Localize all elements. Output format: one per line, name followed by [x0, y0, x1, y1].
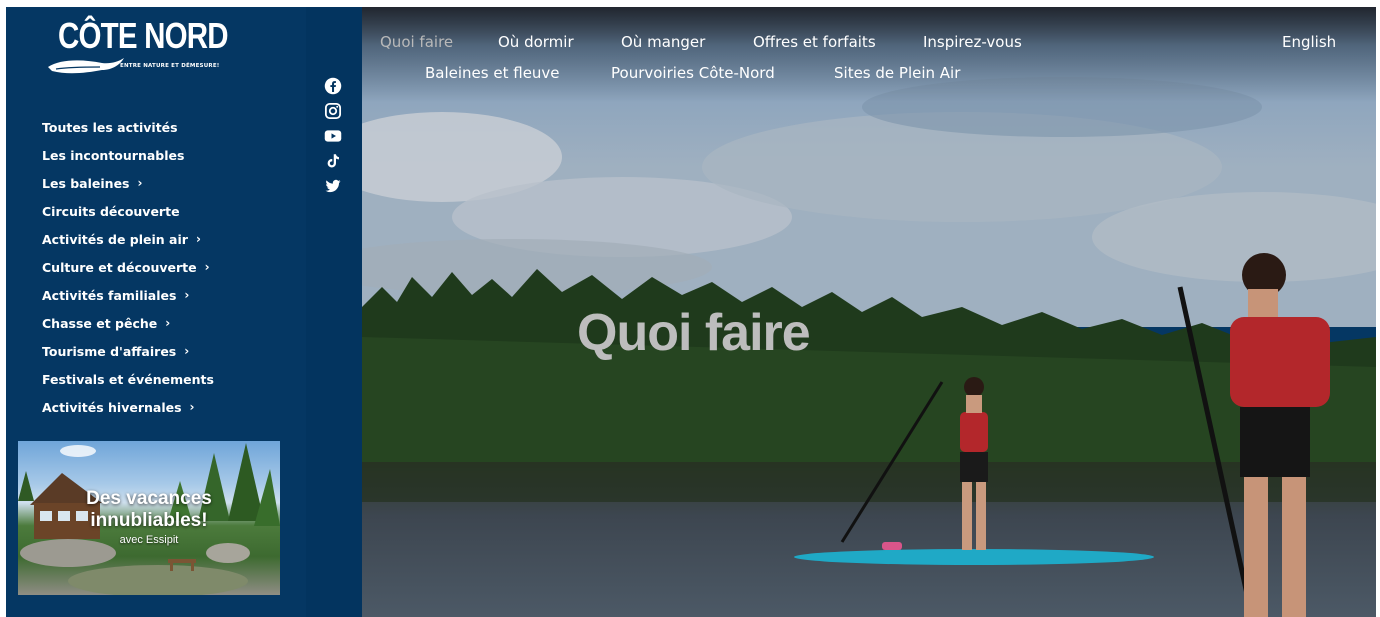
facebook-icon[interactable] [324, 77, 342, 95]
chevron-right-icon: › [189, 400, 195, 414]
hero-section: Quoi faire Où dormir Où manger Offres et… [362, 7, 1376, 617]
nav-ou-dormir[interactable]: Où dormir [498, 33, 574, 51]
nav-ou-manger[interactable]: Où manger [621, 33, 705, 51]
tiktok-icon[interactable] [324, 152, 342, 170]
chevron-right-icon: › [184, 344, 190, 358]
chevron-right-icon: › [184, 288, 190, 302]
chevron-right-icon: › [165, 316, 171, 330]
chevron-right-icon: › [204, 260, 210, 274]
promo-title-line1: Des vacances [86, 488, 212, 509]
logo-tagline: ENTRE NATURE ET DÉMESURE! [120, 63, 220, 69]
nav-sites-de-plein-air[interactable]: Sites de Plein Air [834, 64, 960, 82]
chevron-right-icon: › [195, 232, 201, 246]
sidebar-menu: Toutes les activités Les incontournables… [42, 113, 214, 421]
language-switch-english[interactable]: English [1282, 33, 1336, 51]
sidebar-item-label: Tourisme d'affaires [42, 343, 177, 359]
whale-icon [48, 58, 124, 74]
main-nav: Quoi faire Où dormir Où manger Offres et… [362, 7, 1376, 97]
sidebar-item-label: Activités familiales [42, 287, 177, 303]
sidebar-item-les-incontournables[interactable]: Les incontournables [42, 141, 214, 169]
sidebar: CÔTE NORD ENTRE NATURE ET DÉMESURE! Tout… [6, 7, 306, 617]
chevron-right-icon: › [137, 176, 143, 190]
hero-photo [362, 7, 1376, 617]
page-title: Quoi faire [577, 304, 811, 362]
page: CÔTE NORD ENTRE NATURE ET DÉMESURE! Tout… [6, 7, 1376, 617]
nav-quoi-faire[interactable]: Quoi faire [380, 33, 453, 51]
sidebar-item-activites-familiales[interactable]: Activités familiales › [42, 281, 214, 309]
youtube-icon[interactable] [324, 127, 342, 145]
sidebar-item-label: Chasse et pêche [42, 315, 158, 331]
sidebar-item-toutes-les-activites[interactable]: Toutes les activités [42, 113, 214, 141]
promo-banner[interactable]: Des vacances innubliables! avec Essipit [18, 441, 280, 595]
sidebar-item-label: Circuits découverte [42, 203, 180, 219]
sidebar-item-les-baleines[interactable]: Les baleines › [42, 169, 214, 197]
sidebar-item-label: Les incontournables [42, 147, 185, 163]
instagram-icon[interactable] [324, 102, 342, 120]
sidebar-item-activites-de-plein-air[interactable]: Activités de plein air › [42, 225, 214, 253]
sidebar-item-culture-et-decouverte[interactable]: Culture et découverte › [42, 253, 214, 281]
nav-inspirez-vous[interactable]: Inspirez-vous [923, 33, 1022, 51]
sidebar-item-label: Activités hivernales [42, 399, 182, 415]
sidebar-item-festivals-et-evenements[interactable]: Festivals et événements [42, 365, 214, 393]
sidebar-item-tourisme-d-affaires[interactable]: Tourisme d'affaires › [42, 337, 214, 365]
sidebar-item-label: Culture et découverte [42, 259, 197, 275]
sidebar-item-label: Toutes les activités [42, 119, 178, 135]
sidebar-item-activites-hivernales[interactable]: Activités hivernales › [42, 393, 214, 421]
promo-title-line2: innubliables! [90, 510, 208, 531]
sidebar-item-circuits-decouverte[interactable]: Circuits découverte [42, 197, 214, 225]
nav-offres-et-forfaits[interactable]: Offres et forfaits [753, 33, 876, 51]
twitter-icon[interactable] [324, 177, 342, 195]
sidebar-item-label: Activités de plein air [42, 231, 188, 247]
social-links [324, 77, 344, 202]
nav-baleines-et-fleuve[interactable]: Baleines et fleuve [425, 64, 560, 82]
nav-pourvoiries-cote-nord[interactable]: Pourvoiries Côte-Nord [611, 64, 775, 82]
logo-title: CÔTE NORD [58, 15, 229, 56]
sidebar-item-label: Festivals et événements [42, 371, 214, 387]
site-logo[interactable]: CÔTE NORD ENTRE NATURE ET DÉMESURE! [46, 15, 229, 79]
sidebar-item-chasse-et-peche[interactable]: Chasse et pêche › [42, 309, 214, 337]
sidebar-item-label: Les baleines [42, 175, 130, 191]
promo-subtitle: avec Essipit [119, 534, 179, 546]
